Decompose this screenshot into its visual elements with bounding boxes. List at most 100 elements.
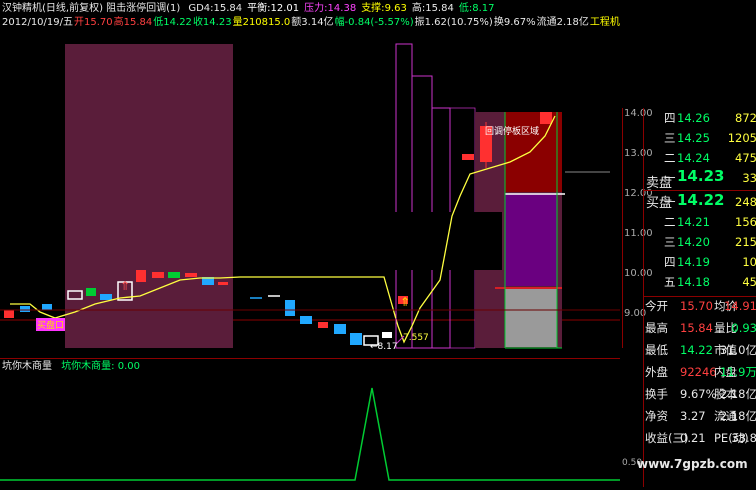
order-level: 五	[664, 275, 676, 289]
order-level: 三	[664, 235, 676, 249]
stat-value: 11.9万	[719, 365, 756, 379]
order-price: 14.25	[677, 131, 710, 145]
order-volume: 45	[742, 275, 756, 289]
order-volume: 156	[735, 215, 756, 229]
header1-item: 压力:	[304, 3, 328, 14]
highlight-zone	[65, 44, 233, 348]
header1-item: 支撑:	[361, 3, 385, 14]
stat-label: 最高	[645, 321, 668, 335]
header1-item: 8.17	[472, 3, 495, 14]
header1-item: 14.38	[327, 3, 357, 14]
limit-zone-purple	[505, 194, 557, 286]
order-book-row[interactable]: 五 14.18 45	[644, 274, 756, 290]
stat-value: 0.93	[731, 321, 756, 335]
order-level: 四	[664, 255, 676, 269]
order-book-row[interactable]: 四 14.19 10	[644, 254, 756, 270]
header2-item: 量210815.0	[232, 17, 291, 28]
low-price-label: ←8.17	[370, 342, 398, 352]
chart-header-line1: 汉钟精机(日线,前复权) 阻击涨停回调(1) GD4:15.84 平衡:12.01 压…	[2, 2, 494, 16]
order-book-row[interactable]: 二 14.21 156	[644, 214, 756, 230]
stat-row: 净资 3.27 流通 2.18亿	[644, 408, 756, 428]
header1-item: 高:	[411, 3, 426, 14]
order-price: 14.22	[677, 191, 725, 209]
indicator-chart[interactable]	[0, 370, 620, 490]
stat-label: 今开	[645, 299, 668, 313]
chart-header-line2: 2012/10/19/五开15.70高15.84低14.22收14.23量210…	[2, 16, 620, 30]
order-price: 14.24	[677, 151, 710, 165]
order-book-row[interactable]: 一 14.23 33	[644, 167, 756, 186]
order-level: 二	[664, 151, 676, 165]
stat-value: 15.84	[680, 321, 713, 335]
order-price: 14.23	[677, 167, 725, 185]
header1-item: 9.63	[384, 3, 407, 14]
stat-value: 3.27	[680, 409, 706, 423]
stat-value: 2.18亿	[719, 387, 756, 401]
stat-row: 今开 15.70 均价 14.91	[644, 298, 756, 318]
stat-row: 外盘 92246 内盘 11.9万	[644, 364, 756, 384]
order-book-row[interactable]: 一 14.22 248	[644, 191, 756, 210]
order-book-row[interactable]: 四 14.26 872	[644, 110, 756, 126]
order-volume: 33	[742, 171, 756, 185]
order-level: 一	[664, 195, 676, 209]
stat-value: 0.21	[680, 431, 706, 445]
order-volume: 475	[735, 151, 756, 165]
kline-chart[interactable]: ⇑ ⇑	[0, 36, 620, 356]
order-book-row[interactable]: 二 14.24 475	[644, 150, 756, 166]
stat-value: 2.18亿	[719, 409, 756, 423]
buy-signal-label: 买盘口	[36, 318, 66, 331]
svg-text:⇑: ⇑	[120, 279, 130, 293]
order-volume: 215	[735, 235, 756, 249]
header1-item: 15.84	[213, 3, 243, 14]
order-book-row[interactable]: 三 14.20 215	[644, 234, 756, 250]
stat-label: 净资	[645, 409, 668, 423]
header1-item: 12.01	[270, 3, 300, 14]
order-level: 二	[664, 215, 676, 229]
stat-row: 最低 14.22 市值 31.0亿	[644, 342, 756, 362]
stat-label: 换手	[645, 387, 668, 401]
order-price: 14.20	[677, 235, 710, 249]
order-price: 14.26	[677, 111, 710, 125]
header2-item: 振1.62(10.75%)	[414, 17, 493, 28]
order-level: 三	[664, 131, 676, 145]
quote-panel: 卖盘 买盘 四 14.26 872 三 14.25 1205 二 14.24 475 一 14.23…	[643, 108, 756, 487]
header2-item: 开15.70	[74, 17, 113, 28]
header1-item: 平衡:	[247, 3, 271, 14]
header2-item: 收14.23	[192, 17, 232, 28]
watermark: www.7gpzb.com	[637, 457, 748, 471]
mid-price-label: 7.557	[403, 333, 429, 343]
price-axis: 14.00 13.00 12.00 11.00 10.00 9.00	[622, 108, 653, 348]
stat-label: 外盘	[645, 365, 668, 379]
stat-value: 9.67%	[680, 387, 717, 401]
stat-value: 15.70	[680, 299, 713, 313]
zone-label: 回调停板区域	[485, 127, 540, 137]
header2-item: 高15.84	[113, 17, 153, 28]
header1-item: 低:	[458, 3, 473, 14]
stat-row: 收益(三) 0.21 PE(动) 33.8	[644, 430, 756, 450]
svg-text:⇑: ⇑	[400, 295, 410, 309]
stat-value: 92246	[680, 365, 717, 379]
header2-item: 额3.14亿	[291, 17, 334, 28]
header2-item: 2012/10/19/五	[2, 17, 74, 28]
limit-zone-gray	[505, 289, 557, 347]
header2-item: 流通2.18亿	[536, 17, 589, 28]
header2-item: 换9.67%	[493, 17, 536, 28]
stat-value: 14.91	[724, 299, 756, 313]
order-volume: 872	[735, 111, 756, 125]
stat-label: 最低	[645, 343, 668, 357]
header2-item: 幅-0.84(-5.57%)	[334, 17, 414, 28]
order-volume: 10	[742, 255, 756, 269]
order-level: 四	[664, 111, 676, 125]
stat-value: 14.22	[680, 343, 713, 357]
order-price: 14.18	[677, 275, 710, 289]
order-level: 一	[664, 171, 676, 185]
order-price: 14.21	[677, 215, 710, 229]
stat-row: 最高 15.84 量比 0.93	[644, 320, 756, 340]
stat-row: 换手 9.67% 股本 2.18亿	[644, 386, 756, 406]
header2-item: 工程机	[589, 17, 620, 28]
header1-item: 15.84	[425, 3, 454, 14]
order-book-row[interactable]: 三 14.25 1205	[644, 130, 756, 146]
stat-value: 33.8	[731, 431, 756, 445]
header1-item: 汉钟精机(日线,前复权) 阻击涨停回调(1)	[2, 3, 181, 14]
header1-item: GD4:	[188, 3, 214, 14]
header2-item: 低14.22	[153, 17, 192, 28]
